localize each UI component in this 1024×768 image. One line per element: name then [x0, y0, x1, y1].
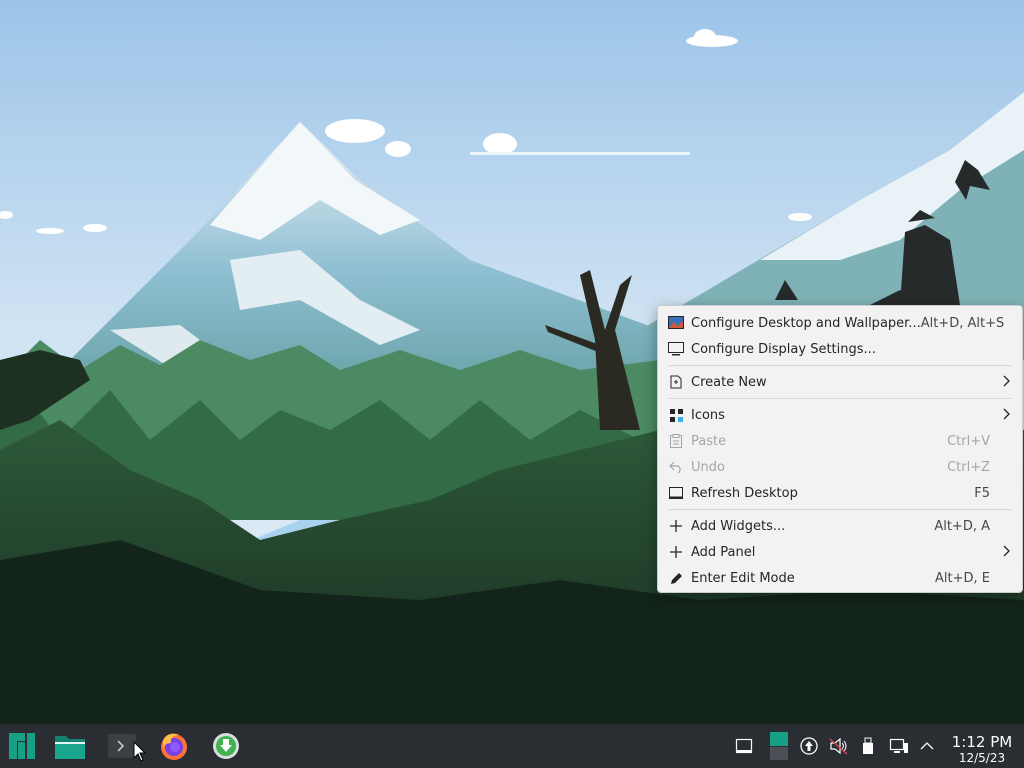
paste-icon [668, 433, 684, 449]
menu-item-shortcut: Alt+D, A [934, 518, 990, 534]
menu-item-paste[interactable]: Paste Ctrl+V [658, 428, 1022, 454]
download-manager-icon[interactable] [210, 731, 242, 761]
menu-item-label: Configure Desktop and Wallpaper... [691, 315, 921, 331]
undo-icon [668, 459, 684, 475]
menu-item-add-panel[interactable]: Add Panel [658, 539, 1022, 565]
create-new-icon [668, 374, 684, 390]
display-icon [668, 341, 684, 357]
refresh-icon [668, 485, 684, 501]
menu-item-label: Paste [691, 433, 727, 449]
icons-grid-icon [668, 407, 684, 423]
chevron-right-icon [1002, 545, 1010, 561]
menu-separator [668, 398, 1012, 399]
updates-icon[interactable] [799, 736, 819, 756]
pager-icon[interactable] [768, 731, 790, 761]
menu-item-configure-display[interactable]: Configure Display Settings... [658, 336, 1022, 362]
menu-item-undo[interactable]: Undo Ctrl+Z [658, 454, 1022, 480]
menu-item-icons[interactable]: Icons [658, 402, 1022, 428]
edit-icon [668, 570, 684, 586]
wallpaper-icon [668, 315, 684, 331]
menu-item-shortcut: Alt+D, E [935, 570, 990, 586]
menu-item-add-widgets[interactable]: Add Widgets... Alt+D, A [658, 513, 1022, 539]
menu-item-label: Add Widgets... [691, 518, 786, 534]
firefox-icon[interactable] [158, 730, 190, 762]
menu-item-shortcut: Alt+D, Alt+S [920, 315, 1005, 331]
mouse-cursor-icon [132, 740, 148, 764]
show-desktop-icon[interactable] [734, 737, 754, 755]
menu-item-label: Add Panel [691, 544, 756, 560]
menu-separator [668, 509, 1012, 510]
menu-item-label: Enter Edit Mode [691, 570, 795, 586]
manjaro-logo-icon[interactable] [8, 732, 36, 760]
usb-device-icon[interactable] [860, 736, 876, 756]
expand-tray-icon[interactable] [918, 738, 936, 754]
menu-item-refresh-desktop[interactable]: Refresh Desktop F5 [658, 480, 1022, 506]
menu-item-label: Refresh Desktop [691, 485, 798, 501]
menu-separator [668, 365, 1012, 366]
menu-item-label: Undo [691, 459, 725, 475]
menu-item-label: Icons [691, 407, 725, 423]
menu-item-shortcut: Ctrl+Z [947, 459, 990, 475]
plus-icon [668, 518, 684, 534]
menu-item-create-new[interactable]: Create New [658, 369, 1022, 395]
menu-item-shortcut: Ctrl+V [947, 433, 990, 449]
desktop-context-menu: Configure Desktop and Wallpaper... Alt+D… [657, 305, 1023, 593]
menu-item-configure-desktop[interactable]: Configure Desktop and Wallpaper... Alt+D… [658, 310, 1022, 336]
volume-muted-icon[interactable] [828, 736, 850, 756]
menu-item-enter-edit-mode[interactable]: Enter Edit Mode Alt+D, E [658, 565, 1022, 591]
file-manager-icon[interactable] [54, 733, 86, 761]
menu-item-label: Create New [691, 374, 767, 390]
chevron-right-icon [1002, 375, 1010, 391]
clock-time[interactable]: 1:12 PM [944, 733, 1020, 751]
menu-item-shortcut: F5 [974, 485, 990, 501]
clock-date[interactable]: 12/5/23 [944, 751, 1020, 765]
chevron-right-icon [1002, 408, 1010, 424]
network-icon[interactable] [888, 736, 910, 756]
menu-item-label: Configure Display Settings... [691, 341, 876, 357]
plus-icon [668, 544, 684, 560]
